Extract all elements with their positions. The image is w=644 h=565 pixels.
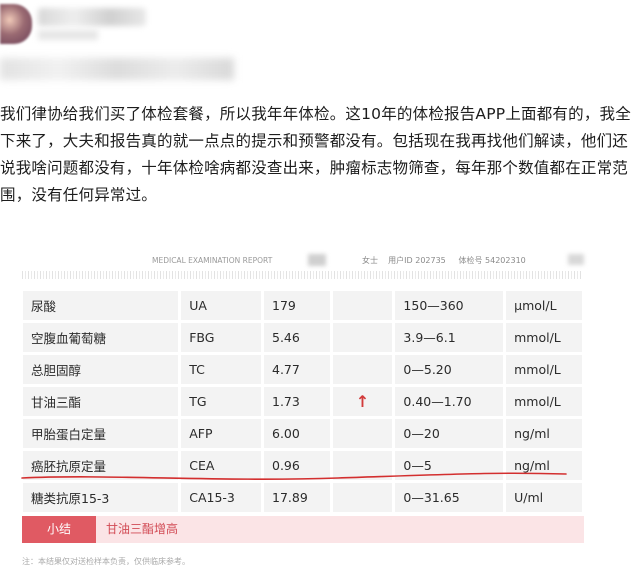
summary-text: 甘油三酯增高 [106, 522, 179, 536]
blurred-user-meta [38, 30, 98, 40]
summary-bar: 小结 甘油三酯增高 [22, 516, 584, 543]
post-text: 我们律协给我们买了体检套餐，所以我年年体检。这10年的体检报告APP上面都有的，… [0, 105, 631, 204]
user-avatar[interactable] [0, 4, 32, 44]
report-note: 注：本结果仅对送检样本负责，仅供临床参考。 [22, 557, 190, 565]
blurred-post-title [0, 58, 234, 80]
report-image: MEDICAL EXAMINATION REPORT 女士 用户ID 20273… [18, 238, 586, 565]
red-underline-annotation [21, 472, 567, 480]
blurred-username [38, 8, 146, 26]
summary-label: 小结 [22, 516, 96, 543]
